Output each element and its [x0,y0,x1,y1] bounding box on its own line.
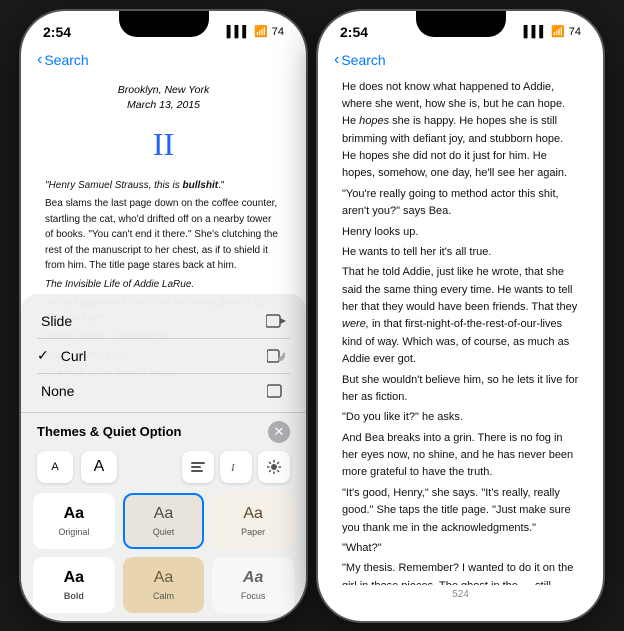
nav-bar-right: ‹ Search [318,47,603,75]
font-controls: I [125,451,290,483]
right-para-1: He does not know what happened to Addie,… [342,79,579,183]
status-bar-left: 2:54 ▌▌▌ 📶 74 [21,11,306,47]
back-button-right[interactable]: ‹ Search [334,51,386,69]
para-1: "Henry Samuel Strauss, this is bullshit.… [45,178,282,194]
time-right: 2:54 [340,24,368,40]
book-text-right: He does not know what happened to Addie,… [342,79,579,585]
right-para-5: That he told Addie, just like he wrote, … [342,264,579,368]
brightness-button[interactable] [258,451,290,483]
theme-original-label: Original [58,527,89,537]
right-para-6: But she wouldn't believe him, so he lets… [342,372,579,407]
right-para-9: "It's good, Henry," she says. "It's real… [342,485,579,537]
curl-icon [262,346,290,366]
theme-focus-label: Focus [241,591,266,601]
status-icons-left: ▌▌▌ 📶 74 [227,25,284,38]
signal-icon-right: ▌▌▌ [524,26,547,38]
notch-left [119,11,209,37]
wifi-icon: 📶 [254,25,268,38]
back-button-left[interactable]: ‹ Search [37,51,89,69]
book-header: Brooklyn, New York March 13, 2015 [45,83,282,115]
back-label-right: Search [341,52,385,68]
right-phone: 2:54 ▌▌▌ 📶 74 ‹ Search He does not know … [318,11,603,621]
slide-option-curl[interactable]: ✓ Curl [37,339,290,373]
theme-bold-label: Bold [64,591,84,601]
battery-icon: 74 [272,26,284,38]
svg-text:I: I [230,462,236,474]
status-bar-right: 2:54 ▌▌▌ 📶 74 [318,11,603,47]
para-3: The Invisible Life of Addie LaRue. [45,277,282,293]
theme-original[interactable]: Aa Original [33,493,115,549]
theme-original-aa: Aa [64,505,84,523]
theme-bold[interactable]: Aa Bold [33,557,115,613]
themes-title: Themes & Quiet Option [37,424,181,439]
battery-icon-right: 74 [569,26,581,38]
slide-option-none[interactable]: None [37,374,290,408]
para-1-text: "Henry Samuel Strauss, this is [45,180,183,191]
book-content-right: He does not know what happened to Addie,… [318,75,603,585]
right-para-8: And Bea breaks into a grin. There is no … [342,430,579,482]
slide-icon [262,311,290,331]
themes-grid: Aa Original Aa Quiet Aa Paper Aa Bold Aa [21,489,306,621]
slide-option-slide[interactable]: Slide [37,304,290,338]
theme-focus[interactable]: Aa Focus [212,557,294,613]
close-button[interactable]: ✕ [268,421,290,443]
para-2: Bea slams the last page down on the coff… [45,196,282,274]
status-icons-right: ▌▌▌ 📶 74 [524,25,581,38]
right-para-7: "Do you like it?" he asks. [342,409,579,426]
theme-calm-label: Calm [153,591,174,601]
chapter-number: II [45,120,282,170]
wifi-icon-right: 📶 [551,25,565,38]
curl-label: Curl [61,348,262,364]
font-decrease-button[interactable]: A [37,451,73,483]
time-left: 2:54 [43,24,71,40]
theme-calm-aa: Aa [154,569,174,587]
slide-options: Slide ✓ Curl None [21,294,306,412]
theme-focus-aa: Aa [243,569,263,587]
slide-label: Slide [41,313,262,329]
nav-bar-left: ‹ Search [21,47,306,75]
page-indicator: 524 [318,585,603,610]
theme-quiet-aa: Aa [154,505,174,523]
quiet-option-label: Quiet Option [103,424,182,439]
signal-icon: ▌▌▌ [227,26,250,38]
back-chevron-right: ‹ [334,51,339,69]
right-para-10: "What?" [342,540,579,557]
bottom-panel: Slide ✓ Curl None [21,294,306,621]
none-label: None [41,383,262,399]
check-icon: ✓ [37,347,49,364]
theme-quiet[interactable]: Aa Quiet [123,493,205,549]
back-chevron-left: ‹ [37,51,42,69]
none-icon [262,381,290,401]
para-1-end: ." [218,180,224,191]
right-para-11: "My thesis. Remember? I wanted to do it … [342,560,579,584]
page-number: 524 [452,589,469,600]
book-location-line2: March 13, 2015 [45,98,282,114]
notch-right [416,11,506,37]
font-increase-button[interactable]: A [81,451,117,483]
right-para-3: Henry looks up. [342,224,579,241]
theme-calm[interactable]: Aa Calm [123,557,205,613]
theme-paper-label: Paper [241,527,265,537]
right-para-4: He wants to tell her it's all true. [342,244,579,261]
theme-paper[interactable]: Aa Paper [212,493,294,549]
theme-paper-aa: Aa [243,505,263,523]
para-1-bold: bullshit [183,180,219,191]
back-label-left: Search [44,52,88,68]
text-format-button[interactable] [182,451,214,483]
large-a-label: A [94,458,105,476]
phones-container: 2:54 ▌▌▌ 📶 74 ‹ Search Brooklyn, New Yor… [21,11,603,621]
theme-bold-aa: Aa [64,569,84,587]
theme-quiet-label: Quiet [153,527,175,537]
themes-header: Themes & Quiet Option ✕ [21,413,306,447]
font-style-button[interactable]: I [220,451,252,483]
small-a-label: A [51,461,58,473]
right-para-2: "You're really going to method actor thi… [342,186,579,221]
font-size-row: A A I [21,447,306,489]
book-location-line1: Brooklyn, New York [45,83,282,99]
left-phone: 2:54 ▌▌▌ 📶 74 ‹ Search Brooklyn, New Yor… [21,11,306,621]
